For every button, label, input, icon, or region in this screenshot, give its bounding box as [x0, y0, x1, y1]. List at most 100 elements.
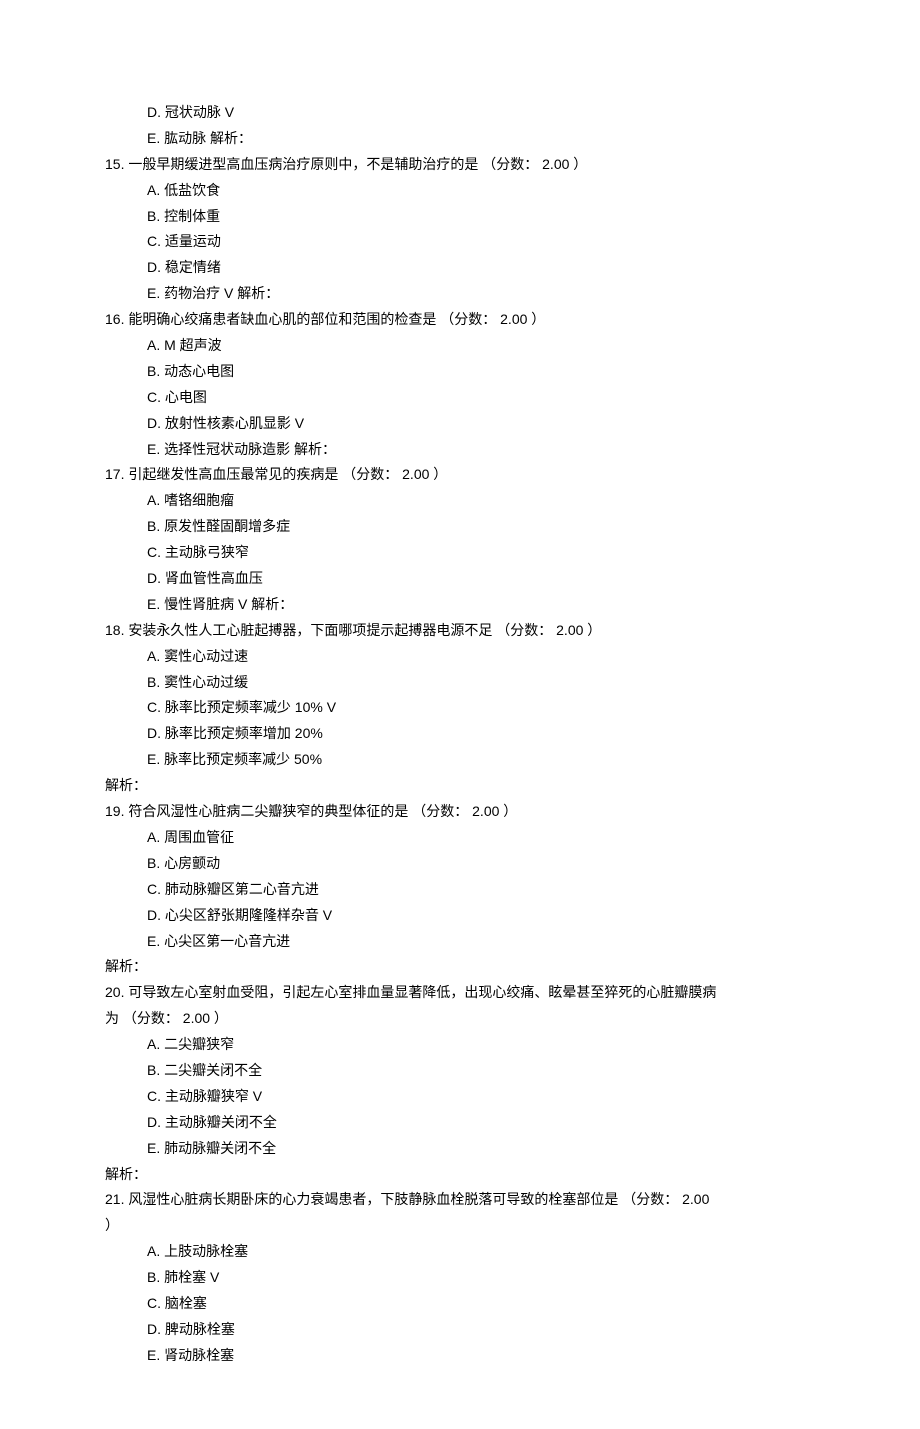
option-text: 冠状动脉 V [165, 104, 234, 120]
option-letter: E. [147, 747, 160, 773]
q16-option: C. 心电图 [100, 385, 820, 411]
q15-option: D. 稳定情绪 [100, 255, 820, 281]
q17-option: E. 慢性肾脏病 V 解析： [100, 592, 820, 618]
q16-option: D. 放射性核素心肌显影 V [100, 411, 820, 437]
q19-option: A. 周围血管征 [100, 825, 820, 851]
question-text: 引起继发性高血压最常见的疾病是 （分数： 2.00 ） [128, 466, 447, 482]
option-letter: C. [147, 1084, 161, 1110]
option-letter: E. [147, 592, 160, 618]
option-text: 肺栓塞 V [164, 1269, 219, 1285]
q18-option: A. 窦性心动过速 [100, 644, 820, 670]
option-text: 选择性冠状动脉造影 解析： [164, 441, 336, 457]
option-text: 原发性醛固酮增多症 [164, 518, 290, 534]
option-text: 放射性核素心肌显影 V [165, 415, 304, 431]
option-text: 动态心电图 [164, 363, 234, 379]
option-text: 二尖瓣关闭不全 [164, 1062, 262, 1078]
question-stem: 16. 能明确心绞痛患者缺血心肌的部位和范围的检查是 （分数： 2.00 ） [100, 307, 820, 333]
option-letter: D. [147, 721, 161, 747]
q20-option: A. 二尖瓣狭窄 [100, 1032, 820, 1058]
option-letter: E. [147, 281, 160, 307]
question-number: 19. [105, 803, 124, 819]
option-text: 脉率比预定频率增加 20% [165, 725, 323, 741]
option-text: 低盐饮食 [164, 182, 220, 198]
option-letter: D. [147, 1317, 161, 1343]
pre-option: D. 冠状动脉 V [100, 100, 820, 126]
q16-option: A. M 超声波 [100, 333, 820, 359]
explanation-label: 解析： [100, 773, 820, 799]
q21-option: C. 脑栓塞 [100, 1291, 820, 1317]
option-letter: D. [147, 100, 161, 126]
question-stem: 18. 安装永久性人工心脏起搏器，下面哪项提示起搏器电源不足 （分数： 2.00… [100, 618, 820, 644]
question-number: 20. [105, 984, 124, 1000]
question-number: 17. [105, 466, 124, 482]
option-text: 肺动脉瓣关闭不全 [164, 1140, 276, 1156]
question-text: 符合风湿性心脏病二尖瓣狭窄的典型体征的是 （分数： 2.00 ） [128, 803, 517, 819]
option-letter: D. [147, 411, 161, 437]
q18-option: B. 窦性心动过缓 [100, 670, 820, 696]
question-number: 15. [105, 156, 124, 172]
option-text: 脉率比预定频率减少 50% [164, 751, 322, 767]
option-letter: D. [147, 566, 161, 592]
option-letter: A. [147, 488, 160, 514]
option-letter: A. [147, 1032, 160, 1058]
q21-option: E. 肾动脉栓塞 [100, 1343, 820, 1369]
q20-option: D. 主动脉瓣关闭不全 [100, 1110, 820, 1136]
q17-option: A. 嗜铬细胞瘤 [100, 488, 820, 514]
q16-option: B. 动态心电图 [100, 359, 820, 385]
option-letter: C. [147, 877, 161, 903]
q18-option: E. 脉率比预定频率减少 50% [100, 747, 820, 773]
option-letter: B. [147, 1265, 160, 1291]
q21-option: A. 上肢动脉栓塞 [100, 1239, 820, 1265]
question-number: 21. [105, 1191, 124, 1207]
option-letter: E. [147, 929, 160, 955]
option-text: 窦性心动过速 [164, 648, 248, 664]
option-text: 上肢动脉栓塞 [164, 1243, 248, 1259]
option-letter: B. [147, 204, 160, 230]
question-stem: 21. 风湿性心脏病长期卧床的心力衰竭患者，下肢静脉血栓脱落可导致的栓塞部位是 … [100, 1187, 820, 1213]
question-text: 安装永久性人工心脏起搏器，下面哪项提示起搏器电源不足 （分数： 2.00 ） [128, 622, 601, 638]
explanation-label: 解析： [100, 1162, 820, 1188]
option-text: 控制体重 [164, 208, 220, 224]
option-text: 肾动脉栓塞 [164, 1347, 234, 1363]
option-text: 肾血管性高血压 [165, 570, 263, 586]
option-letter: C. [147, 229, 161, 255]
option-text: 心电图 [165, 389, 207, 405]
question-text: 风湿性心脏病长期卧床的心力衰竭患者，下肢静脉血栓脱落可导致的栓塞部位是 （分数：… [128, 1191, 709, 1207]
q15-option: B. 控制体重 [100, 204, 820, 230]
question-stem: 19. 符合风湿性心脏病二尖瓣狭窄的典型体征的是 （分数： 2.00 ） [100, 799, 820, 825]
option-text: 肱动脉 解析： [164, 130, 252, 146]
option-text: 嗜铬细胞瘤 [164, 492, 234, 508]
option-text: 心尖区舒张期隆隆样杂音 V [165, 907, 332, 923]
option-letter: E. [147, 1136, 160, 1162]
option-text: 脉率比预定频率减少 10% V [165, 699, 336, 715]
option-text: 窦性心动过缓 [164, 674, 248, 690]
option-letter: C. [147, 385, 161, 411]
q20-option: C. 主动脉瓣狭窄 V [100, 1084, 820, 1110]
question-text: 可导致左心室射血受阻，引起左心室排血量显著降低，出现心绞痛、眩晕甚至猝死的心脏瓣… [128, 984, 716, 1000]
question-stem: 17. 引起继发性高血压最常见的疾病是 （分数： 2.00 ） [100, 462, 820, 488]
option-text: 主动脉弓狭窄 [165, 544, 249, 560]
option-letter: C. [147, 1291, 161, 1317]
option-text: 二尖瓣狭窄 [164, 1036, 234, 1052]
option-letter: A. [147, 333, 160, 359]
q20-option: B. 二尖瓣关闭不全 [100, 1058, 820, 1084]
q19-option: E. 心尖区第一心音亢进 [100, 929, 820, 955]
option-letter: A. [147, 825, 160, 851]
option-text: 周围血管征 [164, 829, 234, 845]
option-text: 慢性肾脏病 V 解析： [164, 596, 293, 612]
option-letter: A. [147, 178, 160, 204]
option-text: 主动脉瓣狭窄 V [165, 1088, 262, 1104]
question-number: 18. [105, 622, 124, 638]
question-number: 16. [105, 311, 124, 327]
option-text: 药物治疗 V 解析： [164, 285, 279, 301]
option-letter: E. [147, 437, 160, 463]
question-text: 能明确心绞痛患者缺血心肌的部位和范围的检查是 （分数： 2.00 ） [128, 311, 545, 327]
q15-option: C. 适量运动 [100, 229, 820, 255]
q18-option: C. 脉率比预定频率减少 10% V [100, 695, 820, 721]
option-letter: D. [147, 255, 161, 281]
q19-option: D. 心尖区舒张期隆隆样杂音 V [100, 903, 820, 929]
q18-option: D. 脉率比预定频率增加 20% [100, 721, 820, 747]
q16-option: E. 选择性冠状动脉造影 解析： [100, 437, 820, 463]
option-letter: D. [147, 1110, 161, 1136]
option-text: 肺动脉瓣区第二心音亢进 [165, 881, 319, 897]
